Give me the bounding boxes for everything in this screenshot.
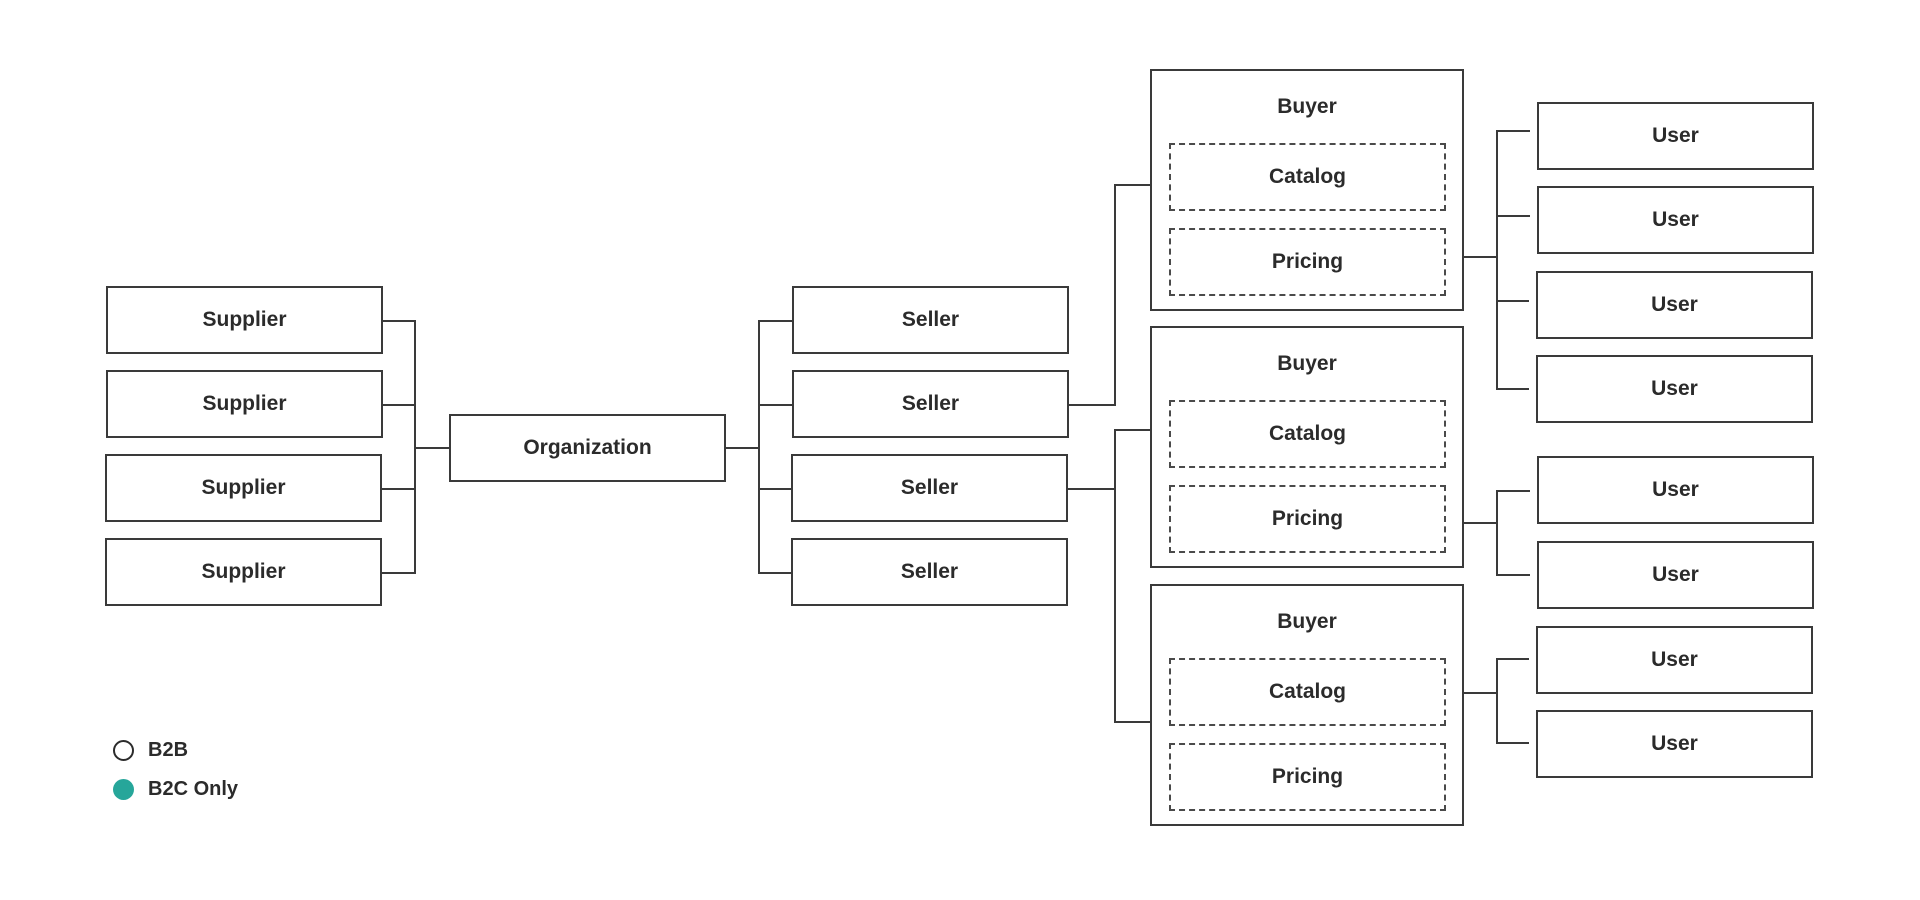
catalog-label: Catalog [1268,165,1346,188]
seller-node: Seller [792,370,1069,438]
connector-line [382,404,415,406]
organization-label: Organization [523,436,652,459]
connector-line [1068,488,1115,490]
buyer-node: Buyer Catalog Pricing [1150,69,1464,311]
catalog-node: Catalog [1169,143,1446,211]
supplier-node: Supplier [105,454,382,522]
connector-line [1496,215,1530,217]
connector-line [1496,388,1529,390]
connector-line [1114,721,1151,723]
connector-line [1114,184,1151,186]
user-label: User [1652,478,1699,501]
catalog-label: Catalog [1268,680,1346,703]
connector-line [1464,692,1497,694]
user-label: User [1651,648,1698,671]
catalog-node: Catalog [1169,400,1446,468]
buyer-label: Buyer [1277,95,1337,118]
user-label: User [1652,124,1699,147]
connector-line [758,488,792,490]
connector-line [1114,184,1116,406]
pricing-label: Pricing [1271,507,1344,530]
seller-node: Seller [791,454,1068,522]
connector-line [725,447,759,449]
connector-line [1069,404,1115,406]
connector-line [381,488,415,490]
user-node: User [1537,102,1814,170]
user-node: User [1537,456,1814,524]
connector-line [1496,658,1529,660]
pricing-node: Pricing [1169,743,1446,811]
buyer-label: Buyer [1277,610,1337,633]
seller-label: Seller [900,476,959,499]
connector-line [1496,300,1529,302]
pricing-label: Pricing [1271,765,1344,788]
seller-node: Seller [792,286,1069,354]
connector-line [1496,658,1498,744]
user-label: User [1651,377,1698,400]
user-label: User [1652,563,1699,586]
catalog-label: Catalog [1268,422,1346,445]
pricing-label: Pricing [1271,250,1344,273]
connector-line [1496,490,1498,576]
seller-label: Seller [901,392,960,415]
seller-label: Seller [901,308,960,331]
connector-line [1464,522,1497,524]
connector-line [382,320,415,322]
seller-node: Seller [791,538,1068,606]
supplier-node: Supplier [106,370,383,438]
connector-line [758,320,793,322]
user-node: User [1536,710,1813,778]
connector-line [758,320,760,574]
connector-line [414,447,450,449]
connector-line [381,572,415,574]
connector-line [758,404,793,406]
user-label: User [1651,732,1698,755]
connector-line [1496,490,1530,492]
hollow-circle-icon [113,740,134,761]
supplier-label: Supplier [202,308,287,331]
seller-label: Seller [900,560,959,583]
connector-line [1114,429,1151,431]
user-label: User [1651,293,1698,316]
connector-line [1114,429,1116,723]
user-label: User [1652,208,1699,231]
supplier-node: Supplier [105,538,382,606]
legend-label: B2B [148,739,189,761]
user-node: User [1536,355,1813,423]
legend-label: B2C Only [148,778,239,800]
user-node: User [1536,626,1813,694]
buyer-node: Buyer Catalog Pricing [1150,326,1464,568]
connector-line [1496,742,1529,744]
user-node: User [1537,186,1814,254]
connector-line [758,572,792,574]
pricing-node: Pricing [1169,228,1446,296]
supplier-label: Supplier [202,392,287,415]
user-node: User [1536,271,1813,339]
supplier-label: Supplier [201,476,286,499]
pricing-node: Pricing [1169,485,1446,553]
legend-item-b2c: B2C Only [113,778,238,801]
user-node: User [1537,541,1814,609]
filled-circle-icon [113,779,134,800]
connector-line [1496,574,1530,576]
organization-node: Organization [449,414,726,482]
buyer-node: Buyer Catalog Pricing [1150,584,1464,826]
buyer-label: Buyer [1277,352,1337,375]
legend-item-b2b: B2B [113,739,188,762]
supplier-node: Supplier [106,286,383,354]
catalog-node: Catalog [1169,658,1446,726]
supplier-label: Supplier [201,560,286,583]
connector-line [1496,130,1498,390]
connector-line [1496,130,1530,132]
connector-line [1464,256,1497,258]
